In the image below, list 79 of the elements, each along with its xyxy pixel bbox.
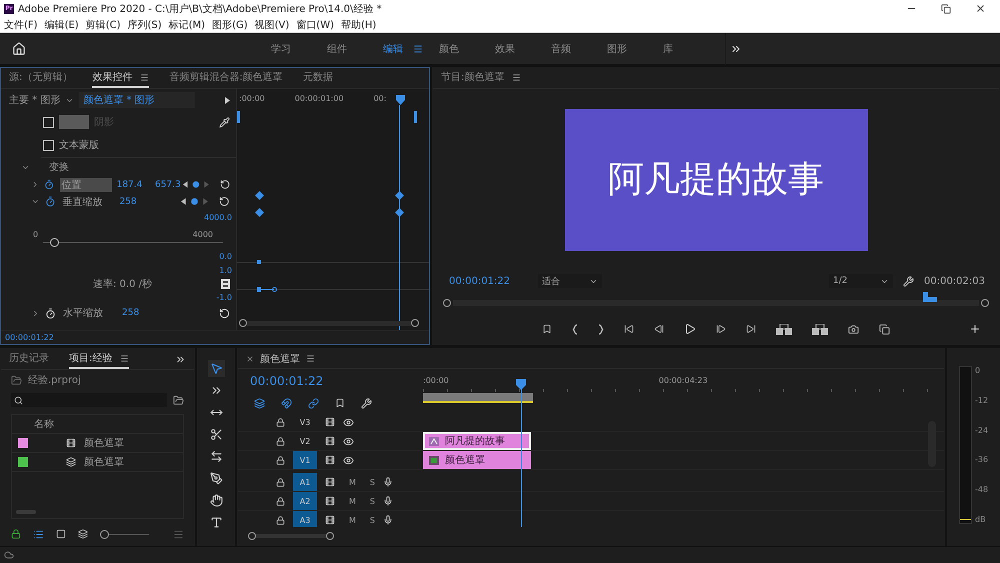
ruler-time: 00:00:04:23	[658, 376, 708, 385]
timecode: 00:00:01:22	[5, 333, 54, 342]
master-clip-label: 主要 * 图形	[9, 94, 60, 107]
track-name[interactable]: V1	[293, 451, 317, 469]
meter-scale-label: dB	[975, 514, 987, 524]
duration-timecode: 00:00:02:03	[924, 276, 985, 286]
meter-scale-label: 0	[975, 366, 982, 375]
zoom-dropdown[interactable]: 适合	[538, 274, 602, 288]
ruler-time: :00:00	[423, 376, 449, 385]
property-name: 垂直缩放	[61, 196, 104, 208]
workspace-tab[interactable]: 库	[663, 42, 673, 56]
slider-min: 0	[33, 230, 38, 238]
solo-toggle[interactable]: S	[370, 516, 375, 524]
property-value[interactable]: 258	[122, 308, 162, 318]
workspace-tab[interactable]: 学习	[271, 42, 291, 56]
menu-item[interactable]: 剪辑(C)	[86, 18, 120, 32]
track-name[interactable]: A2	[293, 492, 317, 510]
column-header[interactable]: 名称	[34, 417, 54, 431]
mute-toggle[interactable]: M	[349, 496, 356, 506]
playhead-timecode[interactable]: 00:00:01:22	[449, 276, 510, 286]
mute-toggle[interactable]: M	[349, 478, 356, 486]
ruler-time: 00:00:01:00	[294, 94, 344, 103]
panel-tab[interactable]: 历史记录	[9, 351, 49, 365]
slider-max: 4000	[192, 230, 213, 238]
workspace-tab[interactable]: 颜色	[439, 42, 459, 56]
workspace-tab[interactable]: 图形	[607, 42, 627, 56]
menu-item[interactable]: 视图(V)	[254, 18, 290, 32]
workspace-tab[interactable]: 音频	[551, 42, 571, 56]
meter-scale-label: -36	[975, 455, 988, 464]
menu-item[interactable]: 帮助(H)	[341, 18, 376, 32]
property-value[interactable]: 258	[119, 196, 176, 206]
item-name[interactable]: 颜色遮罩	[84, 436, 124, 450]
menu-item[interactable]: 序列(S)	[127, 18, 162, 32]
property-name: 位置	[60, 178, 112, 192]
menu-item[interactable]: 编辑(E)	[44, 18, 79, 32]
panel-tab[interactable]: 源:（无剪辑）	[9, 70, 72, 84]
panel-title: 节目:颜色遮罩	[441, 70, 504, 84]
track-name[interactable]: V3	[293, 413, 317, 431]
workspace-tab[interactable]: 效果	[495, 42, 515, 56]
ruler-time: :00:00	[239, 94, 265, 103]
resolution-dropdown[interactable]: 1/2	[828, 274, 893, 288]
project-file-name: 经验.prproj	[28, 374, 81, 387]
section-label: 变换	[49, 160, 69, 174]
graph-value: 0.0	[219, 252, 232, 260]
menu-item[interactable]: 文件(F)	[4, 18, 38, 32]
menu-item[interactable]: 图形(G)	[212, 18, 248, 32]
panel-tab[interactable]: 项目:经验	[69, 351, 112, 365]
graph-max-value: 4000.0	[204, 212, 232, 222]
meter-scale-label: -48	[975, 485, 988, 494]
property-name: 水平缩放	[62, 306, 104, 320]
velocity-max: 1.0	[219, 266, 232, 275]
solo-toggle[interactable]: S	[370, 496, 375, 506]
panel-tab[interactable]: 效果控件	[92, 70, 132, 84]
panel-tab[interactable]: 音频剪辑混合器:颜色遮罩	[169, 70, 283, 84]
track-name[interactable]: V2	[293, 432, 317, 450]
ruler-time: 00:	[374, 94, 386, 103]
clip[interactable]: 颜色遮罩	[423, 451, 531, 469]
velocity-min: -1.0	[216, 293, 232, 302]
meter-scale-label: -12	[975, 396, 988, 405]
velocity-reading: 速率: 0.0 /秒	[93, 278, 152, 291]
sequence-tab[interactable]: 颜色遮罩	[260, 352, 300, 366]
track-name[interactable]: A1	[293, 473, 317, 491]
item-name[interactable]: 颜色遮罩	[84, 455, 124, 469]
mute-toggle[interactable]: M	[349, 516, 356, 524]
workspace-tab[interactable]: 组件	[327, 42, 347, 56]
clip-selector[interactable]: 颜色遮罩 * 图形	[79, 92, 195, 108]
solo-toggle[interactable]: S	[370, 478, 375, 486]
title-text: 阿凡提的故事	[608, 158, 824, 202]
workspace-tab[interactable]: 编辑	[383, 42, 403, 56]
menu-item[interactable]: 标记(M)	[168, 18, 206, 32]
window-title: Adobe Premiere Pro 2020 - C:\用户\B\文档\Adobe\Premiere Pro\14.0\经验 *	[18, 2, 382, 16]
menu-item[interactable]: 窗口(W)	[296, 18, 334, 32]
clip[interactable]: 阿凡提的故事	[423, 432, 531, 450]
text-mask-label: 文本蒙版	[59, 138, 99, 152]
property-value[interactable]: 187.4	[116, 180, 150, 190]
meter-scale-label: -24	[975, 426, 988, 435]
playhead-timecode[interactable]: 00:00:01:22	[250, 374, 324, 388]
panel-tab[interactable]: 元数据	[302, 70, 333, 84]
track-name[interactable]: A3	[293, 511, 317, 527]
